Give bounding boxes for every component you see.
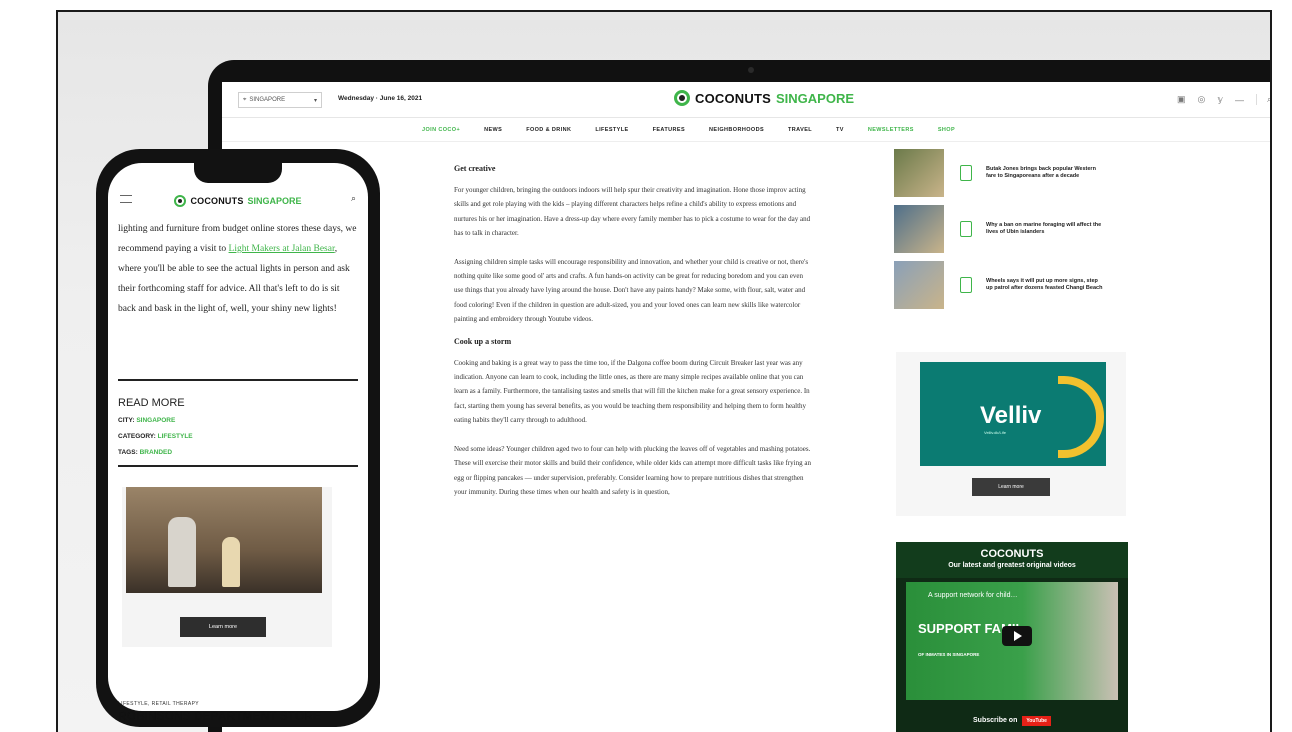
category-meta: CATEGORY: LIFESTYLE	[118, 433, 193, 440]
brand-city: SINGAPORE	[776, 90, 855, 106]
ad-image	[126, 487, 322, 593]
brand-city: SINGAPORE	[247, 196, 302, 206]
rank-icon	[960, 277, 972, 293]
list-item-title[interactable]: Wheels says it will put up more signs, s…	[986, 278, 1104, 292]
brand-name: COCONUTS	[190, 196, 244, 206]
mobile-ad[interactable]: Learn more	[122, 487, 332, 647]
nav-item-tv[interactable]: TV	[836, 127, 844, 133]
pin-icon: ⌖	[243, 96, 247, 103]
brand-name: COCONUTS	[695, 90, 771, 106]
nav-item-travel[interactable]: TRAVEL	[788, 127, 812, 133]
list-item[interactable]: Butak Jones brings back popular Western …	[894, 148, 1134, 198]
read-more-heading: READ MORE	[118, 397, 185, 409]
city-link[interactable]: SINGAPORE	[136, 417, 175, 424]
velliv-ad[interactable]: Velliv Velliv.dk/Life Learn more	[896, 352, 1126, 516]
desktop-topbar: ⌖ SINGAPORE ▾ Wednesday · June 16, 2021 …	[222, 82, 1270, 118]
nav-item-lifestyle[interactable]: LIFESTYLE	[595, 127, 628, 133]
nav-item-shop[interactable]: SHOP	[938, 127, 955, 133]
popular-list: Butak Jones brings back popular Western …	[894, 148, 1134, 316]
ad-figure	[168, 517, 196, 587]
ad-learn-more-button[interactable]: Learn more	[180, 617, 266, 637]
video-header: COCONUTS Our latest and greatest origina…	[896, 542, 1128, 578]
subscribe-label: Subscribe on	[973, 717, 1018, 724]
video-subtitle: Our latest and greatest original videos	[948, 562, 1076, 569]
coconut-logo-icon	[674, 90, 690, 106]
ad-creative: Velliv Velliv.dk/Life	[920, 362, 1106, 466]
section-heading: Get creative	[454, 164, 496, 173]
ad-figure	[222, 537, 240, 587]
video-overlay-subtext: OF INMATES IN SINGAPORE	[918, 652, 980, 657]
coconut-logo-icon	[174, 195, 187, 207]
video-title: A support network for child…	[928, 592, 1018, 599]
ad-learn-more-button[interactable]: Learn more	[972, 478, 1050, 496]
nav-item-news[interactable]: NEWS	[484, 127, 502, 133]
facebook-icon[interactable]: ▣	[1177, 94, 1186, 105]
next-article-category: LIFESTYLE, RETAIL THERAPY	[118, 701, 200, 707]
video-widget: COCONUTS Our latest and greatest origina…	[896, 542, 1128, 732]
meta-label: CITY:	[118, 417, 135, 424]
search-icon[interactable]: ⌕	[1255, 94, 1270, 105]
swirl-graphic	[1058, 376, 1104, 458]
main-nav: JOIN COCO+ NEWS FOOD & DRINK LIFESTYLE FEATU…	[222, 118, 1270, 142]
article-thumbnail[interactable]	[894, 205, 944, 253]
phone-notch	[194, 163, 282, 183]
showcase-stage: ⌖ SINGAPORE ▾ Wednesday · June 16, 2021 …	[56, 10, 1272, 732]
ad-tagline: Velliv.dk/Life	[984, 430, 1006, 435]
location-select[interactable]: ⌖ SINGAPORE ▾	[238, 92, 322, 108]
body-text: , where you'll be able to see the actual…	[118, 244, 350, 314]
site-logo[interactable]: COCONUTS SINGAPORE	[674, 90, 854, 106]
nav-item-features[interactable]: FEATURES	[653, 127, 685, 133]
mobile-logo[interactable]: COCONUTS SINGAPORE	[108, 187, 368, 215]
camera-icon	[748, 67, 754, 73]
instagram-icon[interactable]: ◎	[1197, 94, 1205, 105]
category-link[interactable]: LIFESTYLE	[158, 433, 193, 440]
tags-meta: TAGS: BRANDED	[118, 449, 172, 456]
tag-link[interactable]: BRANDED	[140, 449, 173, 456]
subscribe-link[interactable]: Subscribe on YouTube	[896, 716, 1128, 726]
next-article-title[interactable]: ROBINSONS DEPARTMENT STORE	[118, 709, 321, 723]
meta-label: TAGS:	[118, 449, 138, 456]
date-label: Wednesday · June 16, 2021	[338, 95, 423, 102]
rank-icon	[960, 221, 972, 237]
location-select-value: SINGAPORE	[249, 97, 286, 103]
article-thumbnail[interactable]	[894, 261, 944, 309]
divider	[118, 379, 358, 381]
nav-item-neighborhoods[interactable]: NEIGHBORHOODS	[709, 127, 764, 133]
nav-item-food-drink[interactable]: FOOD & DRINK	[526, 127, 571, 133]
rank-icon	[960, 165, 972, 181]
article-paragraph: Cooking and baking is a great way to pas…	[454, 358, 810, 425]
meta-label: CATEGORY:	[118, 433, 156, 440]
article-paragraph: For younger children, bringing the outdo…	[454, 186, 811, 238]
chevron-down-icon: ▾	[313, 97, 317, 104]
social-icons: ▣ ◎ 𝕪 — ⌕	[1177, 94, 1270, 105]
list-item-title[interactable]: Butak Jones brings back popular Western …	[986, 166, 1104, 180]
nav-item-join-coco[interactable]: JOIN COCO+	[422, 127, 460, 133]
list-item[interactable]: Why a ban on marine foraging will affect…	[894, 204, 1134, 254]
divider	[118, 465, 358, 467]
play-icon[interactable]	[1002, 626, 1032, 646]
video-brand: COCONUTS	[980, 548, 1044, 560]
article-paragraph: Need some ideas? Younger children aged t…	[454, 444, 811, 496]
nav-item-newsletters[interactable]: NEWSLETTERS	[868, 127, 914, 133]
mobile-article-text: lighting and furniture from budget onlin…	[118, 219, 358, 319]
ad-brand: Velliv	[980, 402, 1042, 429]
more-icon[interactable]: —	[1235, 95, 1244, 105]
light-makers-link[interactable]: Light Makers at Jalan Besar	[229, 244, 335, 254]
list-item[interactable]: Wheels says it will put up more signs, s…	[894, 260, 1134, 310]
article-body: Get creative For younger children, bring…	[454, 160, 814, 509]
article-thumbnail[interactable]	[894, 149, 944, 197]
twitter-icon[interactable]: 𝕪	[1217, 94, 1223, 105]
youtube-icon: YouTube	[1022, 716, 1051, 726]
article-paragraph: Assigning children simple tasks will enc…	[454, 257, 809, 324]
video-player[interactable]: A support network for child… SUPPORT FAM…	[906, 582, 1118, 700]
city-meta: CITY: SINGAPORE	[118, 417, 175, 424]
section-heading: Cook up a storm	[454, 336, 512, 346]
search-icon[interactable]: ⌕	[351, 193, 356, 204]
phone-device: COCONUTS SINGAPORE ⌕ lighting and furnit…	[96, 149, 380, 727]
list-item-title[interactable]: Why a ban on marine foraging will affect…	[986, 222, 1104, 236]
mobile-screen: COCONUTS SINGAPORE ⌕ lighting and furnit…	[108, 163, 368, 711]
